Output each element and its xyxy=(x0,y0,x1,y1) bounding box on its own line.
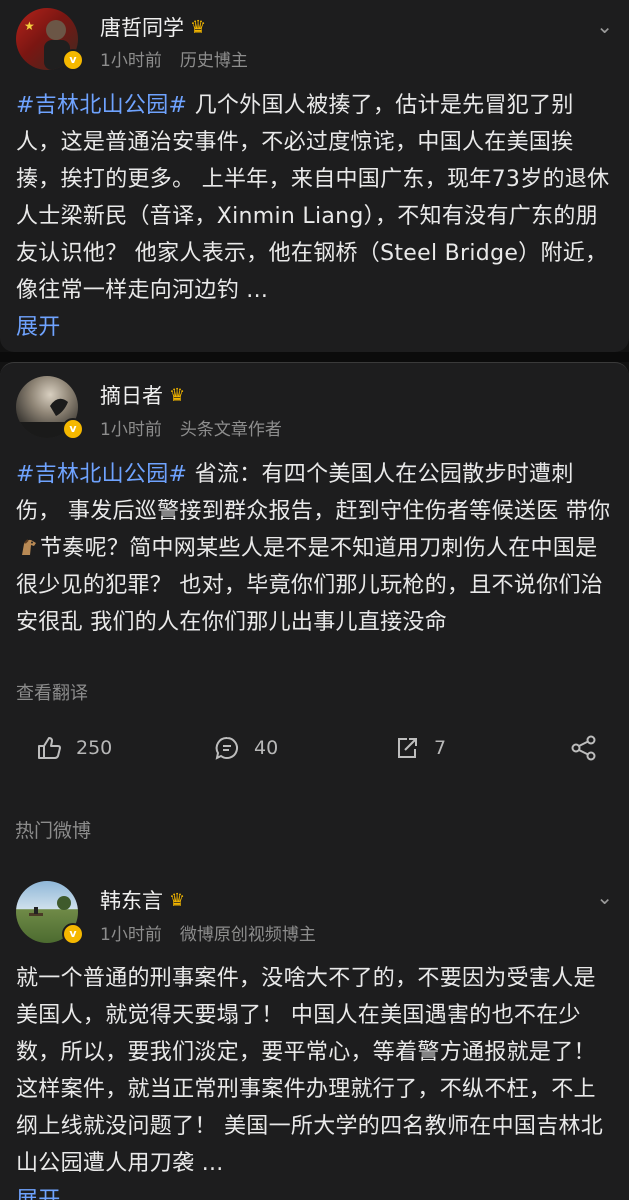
post-text: 几个外国人被揍了，估计是先冒犯了别人，这是普通治安事件，不必过度惊诧，中国人在美… xyxy=(16,93,610,303)
crown-icon: ♛ xyxy=(169,385,186,406)
author-name[interactable]: 韩东言 ♛ xyxy=(100,885,185,915)
comment-count: 40 xyxy=(254,737,279,759)
card-gap xyxy=(0,352,629,362)
post-meta: 1小时前 微博原创视频博主 xyxy=(100,920,316,945)
translate-link[interactable]: 查看翻译 xyxy=(16,679,88,705)
post-time: 1小时前 xyxy=(100,925,162,945)
post-meta: 1小时前 历史博主 xyxy=(100,46,248,71)
thumbs-up-icon xyxy=(38,737,61,759)
hashtag-link[interactable]: #吉林北山公园# xyxy=(16,93,187,118)
verified-badge-icon: v xyxy=(62,923,84,945)
post-card[interactable]: v 摘日者 ♛ 1小时前 头条文章作者 #吉林北山公园# 省流：有四个美国人在公园散… xyxy=(0,362,629,800)
section-label: 热门微博 xyxy=(15,820,92,842)
repost-button[interactable]: 7 xyxy=(394,728,446,768)
chevron-down-icon[interactable]: ⌄ xyxy=(596,885,613,909)
post-time: 1小时前 xyxy=(100,420,162,440)
post-card[interactable]: v 韩东言 ♛ 1小时前 微博原创视频博主 ⌄ 就一个普通的刑事案件，没啥大不了的，… xyxy=(0,855,629,1200)
author-name[interactable]: 摘日者 ♛ xyxy=(100,380,185,410)
post-text: 就一个普通的刑事案件，没啥大不了的，不要因为受害人是美国人，就觉得天要塌了！ 中… xyxy=(16,966,604,1176)
like-count: 250 xyxy=(76,737,113,759)
expand-link[interactable]: 展开 xyxy=(16,1188,61,1200)
svg-text:★: ★ xyxy=(24,19,35,33)
comment-icon xyxy=(215,736,238,760)
repost-icon xyxy=(398,738,417,758)
share-button[interactable] xyxy=(570,728,612,768)
hashtag-link[interactable]: #吉林北山公园# xyxy=(16,462,187,487)
author-role: 微博原创视频博主 xyxy=(179,925,316,945)
crown-icon: ♛ xyxy=(190,17,207,38)
horse-emoji-icon xyxy=(22,539,36,555)
author-role: 头条文章作者 xyxy=(179,420,282,440)
share-icon xyxy=(571,735,596,761)
post-text-cont: 节奏呢？简中网某些人是不是不知道用刀刺伤人在中国是很少见的犯罪？ 也对，毕竟你们… xyxy=(16,536,604,635)
post-body: #吉林北山公园# 几个外国人被揍了，估计是先冒犯了别人，这是普通治安事件，不必过… xyxy=(16,87,616,346)
post-body: 就一个普通的刑事案件，没啥大不了的，不要因为受害人是美国人，就觉得天要塌了！ 中… xyxy=(16,960,616,1200)
like-button[interactable]: 250 xyxy=(36,728,112,768)
expand-link[interactable]: 展开 xyxy=(16,315,61,340)
post-time: 1小时前 xyxy=(100,51,162,71)
chevron-down-icon[interactable]: ⌄ xyxy=(596,14,613,38)
author-name[interactable]: 唐哲同学 ♛ xyxy=(100,12,206,42)
post-meta: 1小时前 头条文章作者 xyxy=(100,415,282,440)
hot-section-header: 热门微博 xyxy=(0,800,629,855)
repost-count: 7 xyxy=(434,737,447,759)
action-bar: 250 40 7 xyxy=(0,728,629,768)
author-role: 历史博主 xyxy=(179,51,248,71)
post-card[interactable]: ★ v 唐哲同学 ♛ 1小时前 历史博主 ⌄ #吉林北山公园# 几个外国人被揍了，估… xyxy=(0,0,629,352)
post-body: #吉林北山公园# 省流：有四个美国人在公园散步时遭刺伤， 事发后巡警接到群众报告… xyxy=(16,456,616,641)
comment-button[interactable]: 40 xyxy=(214,728,278,768)
verified-badge-icon: v xyxy=(62,49,84,71)
verified-badge-icon: v xyxy=(62,418,84,440)
crown-icon: ♛ xyxy=(169,890,186,911)
